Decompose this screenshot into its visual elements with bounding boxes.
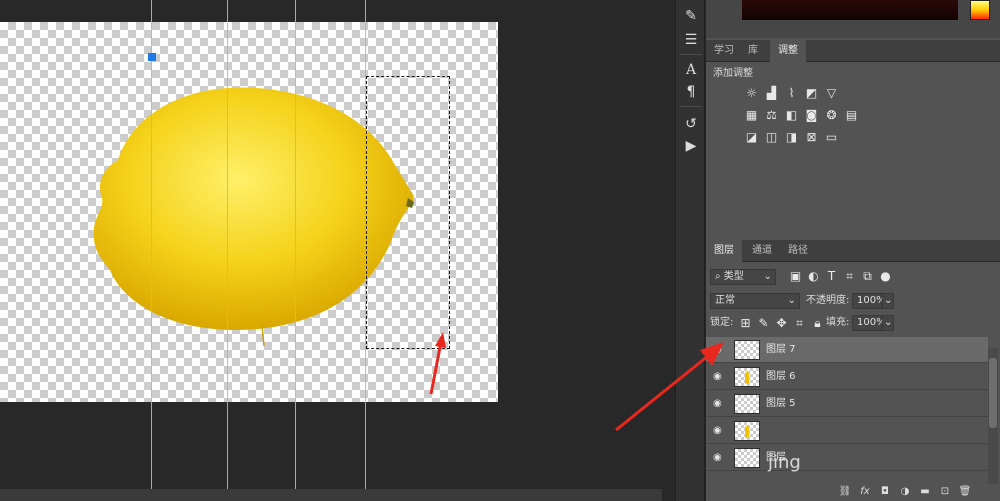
lock-artboard-icon[interactable]: ⌗ [792, 316, 807, 331]
hue-saturation-icon[interactable]: ▦ [744, 108, 759, 123]
tool-divider [680, 54, 702, 55]
lock-position-icon[interactable]: ✥ [774, 316, 789, 331]
opacity-slider-toggle[interactable]: ⌄ [882, 293, 894, 309]
channel-mixer-icon[interactable]: ❂ [824, 108, 839, 123]
filter-adjustment-icon[interactable]: ◐ [806, 269, 821, 284]
filter-type-icon[interactable]: T [824, 269, 839, 284]
adjustment-icon[interactable]: ◑ [898, 485, 912, 499]
layer-name: 图层 6 [766, 371, 796, 382]
selective-color-icon[interactable]: ⊠ [804, 130, 819, 145]
guide-line-3[interactable] [295, 0, 296, 490]
layers-panel: 图层 通道 路径 ⌕ 类型 ⌄ ▣ ◐ T ⌗ ⧉ ● 正常 ⌄ 不透明度: 100… [706, 240, 1000, 501]
gradient-map-icon[interactable]: ▭ [824, 130, 839, 145]
filter-toggle-icon[interactable]: ● [878, 269, 893, 284]
adjustments-panel: 学习 库 调整 添加调整 ☼ ▟ ⌇ ◩ ▽ ▦ ⚖ ◧ ◙ ❂ ▤ ◪ ◫ ◨… [706, 40, 1000, 238]
history-icon[interactable]: ↺ [681, 114, 701, 134]
layer-row[interactable]: ◉ [706, 418, 988, 444]
marquee-selection[interactable] [366, 76, 450, 349]
layer-thumbnail [734, 421, 760, 441]
tab-layers[interactable]: 图层 [706, 240, 742, 262]
brush-preset-icon[interactable]: ✎ [681, 6, 701, 26]
right-panel-dock: 学习 库 调整 添加调整 ☼ ▟ ⌇ ◩ ▽ ▦ ⚖ ◧ ◙ ❂ ▤ ◪ ◫ ◨… [706, 0, 1000, 501]
search-icon: ⌕ [715, 271, 724, 282]
lock-transparency-icon[interactable]: ⊞ [738, 316, 753, 331]
threshold-icon[interactable]: ◨ [784, 130, 799, 145]
vibrance-icon[interactable]: ▽ [824, 86, 839, 101]
filter-label: 类型 [723, 271, 744, 282]
add-adjustment-heading: 添加调整 [713, 68, 753, 79]
black-white-icon[interactable]: ◧ [784, 108, 799, 123]
layers-footer-toolbar: ⛓ fx ◘ ◑ ▬ ⊡ 🗑︎ [706, 484, 1000, 501]
character-icon[interactable]: A [681, 60, 701, 80]
tab-libraries[interactable]: 库 [740, 40, 766, 62]
folder-icon[interactable]: ▬ [918, 485, 932, 499]
layer-name: 图层 5 [766, 398, 796, 409]
actions-play-icon[interactable]: ▶ [681, 136, 701, 156]
adjustments-tab-bar: 学习 库 调整 [706, 40, 1000, 62]
color-swatch[interactable] [970, 0, 990, 20]
filter-pixel-icon[interactable]: ▣ [788, 269, 803, 284]
posterize-icon[interactable]: ◫ [764, 130, 779, 145]
brightness-icon[interactable]: ☼ [744, 86, 759, 101]
invert-icon[interactable]: ◪ [744, 130, 759, 145]
curves-icon[interactable]: ⌇ [784, 86, 799, 101]
fill-slider-toggle[interactable]: ⌄ [882, 315, 894, 331]
layer-row[interactable]: ◉ 图层 7 [706, 337, 988, 363]
layer-thumbnail [734, 394, 760, 414]
link-icon[interactable]: ⛓ [838, 485, 852, 499]
lock-pixels-icon[interactable]: ✎ [756, 316, 771, 331]
scrollbar-thumb[interactable] [989, 358, 997, 428]
brush-settings-icon[interactable]: ☰ [681, 30, 701, 50]
color-balance-icon[interactable]: ⚖ [764, 108, 779, 123]
tab-paths[interactable]: 路径 [780, 240, 816, 262]
color-lookup-icon[interactable]: ▤ [844, 108, 859, 123]
new-layer-icon[interactable]: ⊡ [938, 485, 952, 499]
tab-learn[interactable]: 学习 [706, 40, 742, 62]
chevron-down-icon: ⌄ [763, 271, 772, 282]
fill-input[interactable]: 100% [852, 315, 886, 331]
eye-icon[interactable]: ◉ [713, 452, 725, 464]
layer-thumbnail [734, 448, 760, 468]
trash-icon[interactable]: 🗑︎ [958, 485, 972, 499]
color-panel [706, 0, 1000, 38]
photo-filter-icon[interactable]: ◙ [804, 108, 819, 123]
tab-channels[interactable]: 通道 [744, 240, 780, 262]
guide-line-1[interactable] [151, 0, 152, 490]
filter-smart-object-icon[interactable]: ⧉ [860, 269, 875, 284]
tool-divider [680, 106, 702, 107]
layer-row[interactable]: ◉ 图层 [706, 445, 988, 471]
lock-label: 锁定: [710, 317, 734, 328]
levels-icon[interactable]: ▟ [764, 86, 779, 101]
layer-filter-dropdown[interactable]: ⌕ 类型 ⌄ [710, 269, 776, 285]
blend-mode-value: 正常 [715, 295, 735, 306]
canvas-status-bar [0, 489, 662, 501]
layers-tab-bar: 图层 通道 路径 [706, 240, 1000, 262]
layers-scrollbar[interactable] [988, 348, 998, 484]
layer-thumbnail [734, 340, 760, 360]
opacity-input[interactable]: 100% [852, 293, 886, 309]
mask-icon[interactable]: ◘ [878, 485, 892, 499]
layer-row[interactable]: ◉ 图层 6 [706, 364, 988, 390]
lock-all-icon[interactable]: 🔒︎ [810, 316, 825, 331]
annotation-arrow-canvas [429, 332, 446, 395]
guide-line-2[interactable] [227, 0, 228, 490]
watermark-text: jing [768, 452, 801, 473]
opacity-label: 不透明度: [806, 295, 850, 306]
exposure-icon[interactable]: ◩ [804, 86, 819, 101]
layer-name: 图层 7 [766, 344, 796, 355]
layer-row[interactable]: ◉ 图层 5 [706, 391, 988, 417]
fill-label: 填充: [826, 317, 850, 328]
annotation-arrow-layers [615, 342, 724, 432]
canvas-area[interactable] [0, 0, 662, 501]
fx-icon[interactable]: fx [858, 485, 872, 499]
layer-thumbnail [734, 367, 760, 387]
filter-shape-icon[interactable]: ⌗ [842, 269, 857, 284]
tab-adjustments[interactable]: 调整 [770, 40, 806, 62]
color-picker-field[interactable] [742, 0, 958, 20]
paragraph-icon[interactable]: ¶ [681, 82, 701, 102]
selection-anchor-point[interactable] [148, 53, 156, 61]
blend-mode-dropdown[interactable]: 正常 ⌄ [710, 293, 800, 309]
chevron-down-icon: ⌄ [787, 295, 796, 306]
